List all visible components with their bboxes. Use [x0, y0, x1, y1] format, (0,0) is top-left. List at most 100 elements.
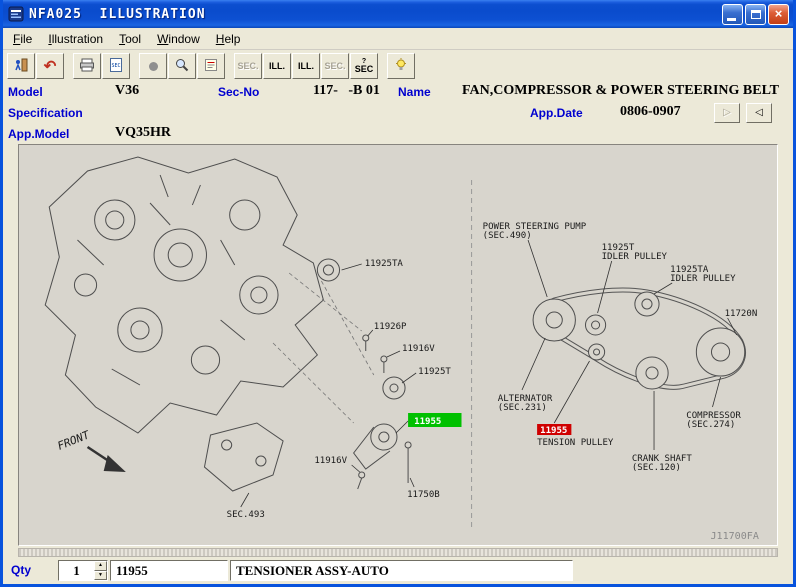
- print-button[interactable]: [73, 53, 101, 79]
- svg-text:11955: 11955: [540, 426, 567, 436]
- figure-code: J11700FA: [710, 531, 758, 542]
- sec-document-icon: SEC: [108, 57, 124, 76]
- engine-line-art: [44, 156, 324, 434]
- toolbar-separator: [226, 50, 234, 82]
- front-indicator: FRONT: [56, 428, 126, 472]
- next-illustration-button[interactable]: ▷: [714, 103, 740, 123]
- idler-pulley-11925ta: [634, 291, 660, 317]
- undo-button[interactable]: ↶: [36, 53, 64, 79]
- part-label-11925t: 11925T: [418, 367, 451, 377]
- exit-door-icon: [13, 57, 29, 76]
- menu-bar: File Illustration Tool Window Help: [3, 28, 793, 50]
- app-window: NFA025 ILLUSTRATION × File Illustration …: [0, 0, 796, 587]
- lightbulb-icon: [393, 57, 409, 76]
- menu-tool[interactable]: Tool: [111, 29, 149, 49]
- svg-text:FRONT: FRONT: [56, 428, 93, 453]
- ill-button-2[interactable]: ILL.: [292, 53, 320, 79]
- sec-prev-button[interactable]: SEC.: [234, 53, 262, 79]
- qty-label: Qty: [11, 563, 32, 577]
- compressor-pulley: [695, 327, 746, 377]
- appmodel-label: App.Model: [8, 127, 70, 141]
- secno-label: Sec-No: [218, 85, 260, 99]
- horizontal-scrollbar[interactable]: [18, 548, 778, 557]
- illustration-panel: 11925TA 11926P 11916V 11925T 11955 11916…: [18, 144, 778, 546]
- appmodel-value: VQ35HR: [115, 125, 171, 140]
- idler-ta-sub: IDLER PULLEY: [670, 274, 736, 284]
- tension-pulley: [588, 343, 606, 361]
- menu-help[interactable]: Help: [208, 29, 249, 49]
- help-button[interactable]: [387, 53, 415, 79]
- info-panel: Model V36 Sec-No 117- -B 01 Name FAN,COM…: [3, 82, 793, 144]
- ps-pump-sec: (SEC.490): [483, 231, 532, 241]
- magnifier-icon: [174, 57, 190, 76]
- secno-value: 117- -B 01: [313, 83, 380, 98]
- toolbar-separator: [379, 50, 387, 82]
- model-value: V36: [115, 83, 140, 98]
- part-label-11916v-lower: 11916V: [314, 456, 347, 466]
- alternator-sec: (SEC.231): [498, 403, 547, 413]
- qty-value[interactable]: 1: [59, 561, 94, 580]
- minimize-icon: [727, 17, 736, 21]
- illustration-canvas[interactable]: 11925TA 11926P 11916V 11925T 11955 11916…: [19, 145, 777, 545]
- part-number-field[interactable]: 11955: [110, 560, 228, 581]
- close-icon: ×: [774, 6, 783, 21]
- exit-button[interactable]: [7, 53, 35, 79]
- qty-up-button[interactable]: ▲: [94, 561, 107, 571]
- svg-text:SEC: SEC: [112, 63, 121, 69]
- power-steering-pulley: [532, 298, 576, 342]
- compressor-sec: (SEC.274): [686, 420, 735, 430]
- quantity-stepper[interactable]: 1 ▲ ▼: [58, 560, 108, 581]
- crankshaft-sec: (SEC.120): [632, 463, 681, 473]
- circle-icon: [148, 61, 158, 71]
- section-label-493: SEC.493: [227, 510, 265, 520]
- idler-pulley-11925t: [584, 314, 607, 336]
- title-bar[interactable]: NFA025 ILLUSTRATION ×: [3, 0, 793, 28]
- appdate-label: App.Date: [530, 106, 583, 120]
- part-label-11750b: 11750B: [407, 490, 440, 500]
- leader-lines-left: [240, 263, 417, 508]
- tensioner-parts: [203, 258, 412, 492]
- specification-label: Specification: [8, 106, 83, 120]
- sec-next-button[interactable]: SEC.: [321, 53, 349, 79]
- belt-diagram: [532, 287, 746, 390]
- window-title: NFA025 ILLUSTRATION: [29, 6, 206, 22]
- toolbar-separator: [65, 50, 73, 82]
- selected-part-green-11955[interactable]: 11955: [408, 413, 462, 427]
- svg-text:11955: 11955: [414, 417, 441, 427]
- sec-document-button[interactable]: SEC: [102, 53, 130, 79]
- note-button[interactable]: [197, 53, 225, 79]
- printer-icon: [79, 57, 95, 76]
- close-button[interactable]: ×: [768, 3, 789, 25]
- qty-down-button[interactable]: ▼: [94, 570, 107, 580]
- toolbar: ↶ SEC SEC. ILL. ILL. SEC. ? SEC: [3, 50, 793, 82]
- prev-illustration-button[interactable]: ◁: [746, 103, 772, 123]
- sec-search-button[interactable]: ? SEC: [350, 53, 378, 79]
- note-icon: [203, 57, 219, 76]
- assembly-dashed-lines: [272, 272, 375, 424]
- model-label: Model: [8, 85, 43, 99]
- ill-button-1[interactable]: ILL.: [263, 53, 291, 79]
- crankshaft-pulley: [635, 356, 669, 390]
- tension-pulley-label: TENSION PULLEY: [537, 438, 614, 448]
- minimize-button[interactable]: [722, 3, 743, 25]
- maximize-icon: [751, 9, 761, 19]
- record-button[interactable]: [139, 53, 167, 79]
- zoom-button[interactable]: [168, 53, 196, 79]
- part-label-11916v: 11916V: [402, 344, 435, 354]
- toolbar-separator: [131, 50, 139, 82]
- part-label-11926p: 11926P: [374, 322, 407, 332]
- app-icon: [8, 6, 24, 22]
- appdate-value: 0806-0907: [620, 104, 681, 119]
- belt-label-11720n: 11720N: [725, 309, 758, 319]
- name-label: Name: [398, 85, 431, 99]
- menu-illustration[interactable]: Illustration: [40, 29, 111, 49]
- part-name-field[interactable]: TENSIONER ASSY-AUTO: [230, 560, 573, 581]
- menu-file[interactable]: File: [5, 29, 40, 49]
- idler-t-sub: IDLER PULLEY: [602, 252, 668, 262]
- maximize-button[interactable]: [745, 3, 766, 25]
- status-bar: Qty 1 ▲ ▼ 11955 TENSIONER ASSY-AUTO: [3, 557, 793, 584]
- name-value: FAN,COMPRESSOR & POWER STEERING BELT: [462, 83, 779, 98]
- menu-window[interactable]: Window: [149, 29, 208, 49]
- front-arrow-icon: [103, 455, 126, 472]
- selected-part-red-11955[interactable]: 11955: [537, 424, 572, 436]
